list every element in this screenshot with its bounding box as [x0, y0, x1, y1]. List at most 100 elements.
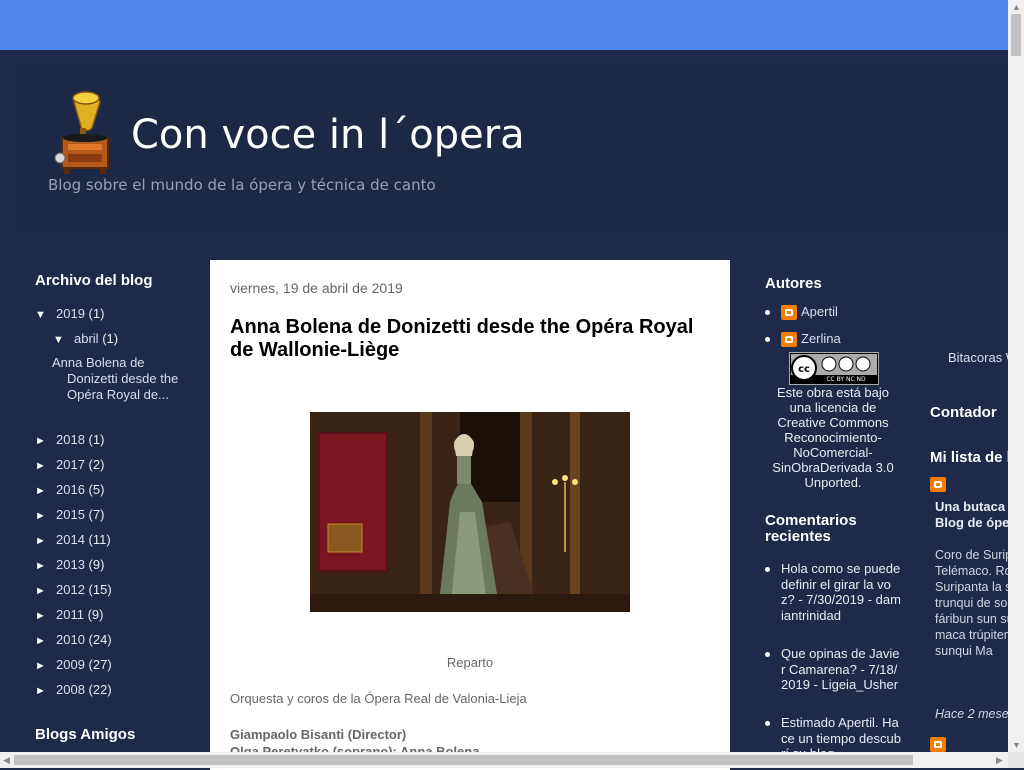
scroll-left-arrow-icon[interactable]: ◀ [3, 755, 10, 766]
archive-count: (1) [102, 331, 119, 346]
post-container: viernes, 19 de abril de 2019 Anna Bolena… [210, 260, 730, 770]
post-orchestra: Orquesta y coros de la Ópera Real de Val… [230, 691, 527, 706]
archive-count: (7) [88, 507, 105, 522]
blog-description: Blog sobre el mundo de la ópera y técnic… [48, 176, 436, 194]
archive-count: (24) [88, 632, 112, 647]
photo-caption: Reparto [446, 655, 494, 670]
archive-count: (9) [88, 557, 105, 572]
archive-year-2019[interactable]: ▼ 2019 (1) [35, 301, 195, 326]
blogger-icon [781, 305, 797, 320]
archive-year-label[interactable]: 2011 [56, 607, 84, 622]
archive-year-label[interactable]: 2017 [56, 457, 85, 472]
cc-badge-text: CC BY NC ND [826, 376, 866, 383]
archive-month-abril[interactable]: ▼ abril (1) [35, 326, 195, 351]
archive-year-2016[interactable]: ► 2016 (5) [35, 477, 195, 502]
blogger-icon [930, 737, 946, 752]
blog-list-item-snippet: Coro de Suripanta. El Joven Telémaco. Ro… [935, 548, 1008, 658]
blog-list-widget-title: Mi lista de blogs [930, 449, 1008, 466]
expanded-arrow-icon[interactable]: ▼ [53, 328, 74, 353]
archive-year-2015[interactable]: ► 2015 (7) [35, 502, 195, 527]
archive-year-label[interactable]: 2015 [56, 507, 85, 522]
blog-title[interactable]: Con voce in l´opera [131, 112, 525, 158]
post-cast-director: Giampaolo Bisanti (Director) [230, 727, 407, 742]
author-item[interactable]: Apertil [765, 304, 905, 331]
archive-count: (5) [88, 482, 105, 497]
bullet [765, 310, 770, 315]
comment-item[interactable]: Que opinas de Javier Camarena? - 7/18/20… [765, 646, 903, 693]
left-sidebar: Archivo del blog ▼ 2019 (1) ▼ abril (1) An… [35, 272, 195, 755]
friends-widget-title: Blogs Amigos [35, 726, 136, 743]
bullet [765, 337, 770, 342]
archive-count: (11) [88, 532, 111, 547]
gramophone-logo-icon [54, 91, 109, 174]
archive-count: (2) [88, 457, 105, 472]
archive-count: (22) [88, 682, 112, 697]
collapsed-arrow-icon[interactable]: ► [35, 654, 56, 679]
scroll-up-arrow-icon[interactable]: ▲ [1012, 2, 1021, 12]
blogger-icon [781, 332, 797, 347]
blog-list-item-title[interactable]: Una butaca en el paraíso. Blog de ópera [935, 499, 1008, 531]
collapsed-arrow-icon[interactable]: ► [35, 529, 56, 554]
archive-count: (15) [88, 582, 112, 597]
post-title[interactable]: Anna Bolena de Donizetti desde the Opéra… [230, 316, 710, 362]
comment-text[interactable]: Que opinas de Javier Camarena? - 7/18/20… [781, 646, 900, 692]
archive-year-label[interactable]: 2008 [56, 682, 85, 697]
top-navbar [0, 0, 1008, 50]
archive-year-label[interactable]: 2016 [56, 482, 85, 497]
archive-year-2008[interactable]: ► 2008 (22) [35, 677, 195, 702]
authors-widget-title: Autores [765, 275, 822, 292]
bullet [765, 721, 770, 726]
archive-year-2013[interactable]: ► 2013 (9) [35, 552, 195, 577]
archive-year-label[interactable]: 2010 [56, 632, 85, 647]
scrollbar-corner [1008, 752, 1024, 768]
archive-year-2010[interactable]: ► 2010 (24) [35, 627, 195, 652]
creative-commons-badge-icon[interactable]: cc CC BY NC ND [789, 352, 879, 385]
archive-count: (1) [88, 306, 105, 321]
archive-year-2011[interactable]: ► 2011 (9) [35, 602, 195, 627]
collapsed-arrow-icon[interactable]: ► [35, 579, 56, 604]
collapsed-arrow-icon[interactable]: ► [35, 604, 56, 629]
comment-text[interactable]: Hola como se puede definir el girar la v… [781, 561, 901, 623]
archive-year-2014[interactable]: ► 2014 (11) [35, 527, 195, 552]
collapsed-arrow-icon[interactable]: ► [35, 679, 56, 704]
archive-post-link[interactable]: Anna Bolena de Donizetti desde the Opéra… [35, 355, 195, 403]
author-name[interactable]: Zerlina [801, 331, 841, 347]
archive-year-label[interactable]: 2013 [56, 557, 85, 572]
author-name[interactable]: Apertil [801, 304, 838, 320]
expanded-arrow-icon[interactable]: ▼ [35, 303, 56, 328]
archive-year-2018[interactable]: ► 2018 (1) [35, 427, 195, 452]
bullet [765, 652, 770, 657]
collapsed-arrow-icon[interactable]: ► [35, 554, 56, 579]
blog-header: Con voce in l´opera Blog sobre el mundo … [18, 70, 1008, 225]
collapsed-arrow-icon[interactable]: ► [35, 454, 56, 479]
archive-year-2017[interactable]: ► 2017 (2) [35, 452, 195, 477]
archive-year-2009[interactable]: ► 2009 (27) [35, 652, 195, 677]
collapsed-arrow-icon[interactable]: ► [35, 479, 56, 504]
archive-year-label[interactable]: 2012 [56, 582, 85, 597]
bitacoras-wiki-image[interactable]: Bitacoras Wiki [948, 350, 1008, 365]
license-text[interactable]: Este obra está bajo una licencia de Crea… [765, 385, 901, 490]
vertical-scroll-thumb[interactable] [1011, 14, 1021, 56]
right-sidebar: Autores Apertil Zerlina cc CC BY NC ND E… [765, 275, 905, 761]
archive-year-2012[interactable]: ► 2012 (15) [35, 577, 195, 602]
horizontal-scroll-thumb[interactable] [14, 755, 913, 765]
vertical-scrollbar[interactable] [1008, 0, 1024, 752]
scroll-down-arrow-icon[interactable]: ▼ [1012, 740, 1021, 750]
right-sidebar-2: Bitacoras Wiki Contador Mi lista de blog… [930, 270, 1008, 754]
comment-item[interactable]: Hola como se puede definir el girar la v… [765, 561, 903, 623]
collapsed-arrow-icon[interactable]: ► [35, 504, 56, 529]
archive-year-label[interactable]: 2009 [56, 657, 85, 672]
scroll-right-arrow-icon[interactable]: ▶ [996, 755, 1003, 766]
archive-year-label[interactable]: 2014 [56, 532, 85, 547]
blog-list-item-time: Hace 2 meses [935, 707, 1008, 721]
archive-year-label[interactable]: 2019 [56, 306, 85, 321]
bullet [765, 567, 770, 572]
archive-count: (1) [88, 432, 105, 447]
collapsed-arrow-icon[interactable]: ► [35, 429, 56, 454]
archive-month-label[interactable]: abril [74, 331, 99, 346]
collapsed-arrow-icon[interactable]: ► [35, 629, 56, 654]
archive-year-label[interactable]: 2018 [56, 432, 85, 447]
opera-stage-photo[interactable] [310, 412, 630, 612]
svg-text:cc: cc [798, 364, 810, 375]
archive-count: (9) [87, 607, 104, 622]
